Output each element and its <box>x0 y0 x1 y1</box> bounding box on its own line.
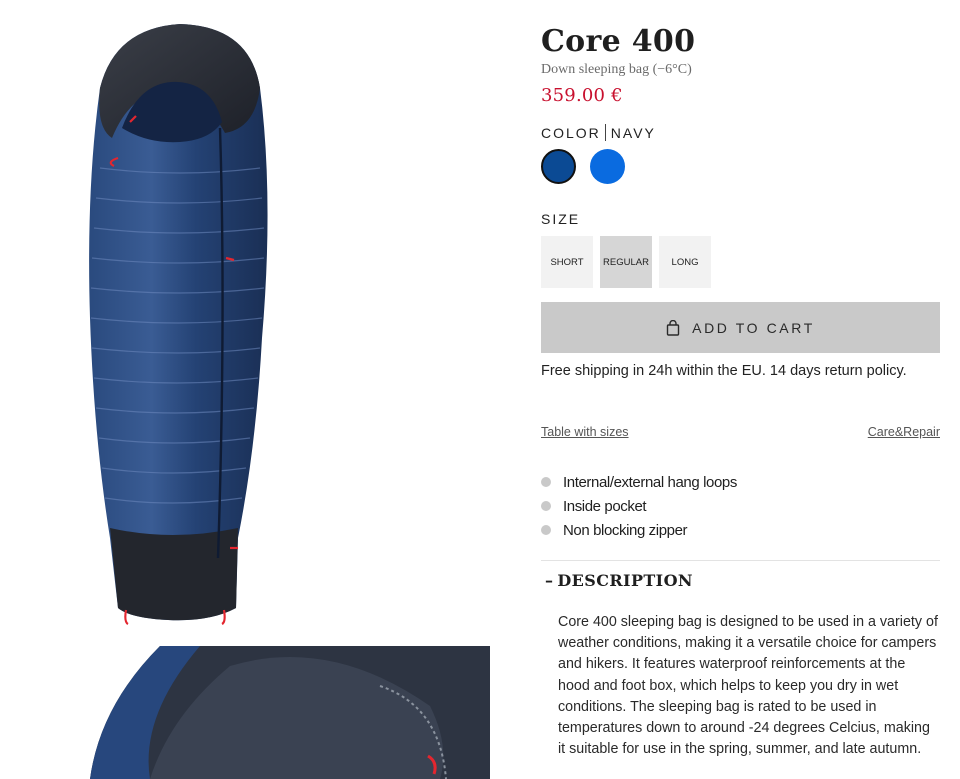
product-gallery <box>0 0 520 779</box>
color-label: COLOR NAVY <box>541 124 656 141</box>
swatch-blue[interactable] <box>590 149 625 184</box>
description-toggle[interactable]: – DESCRIPTION <box>545 571 693 590</box>
size-options: SHORT REGULAR LONG <box>541 236 711 288</box>
color-separator <box>604 124 606 141</box>
size-regular-button[interactable]: REGULAR <box>600 236 652 288</box>
section-divider <box>541 560 940 561</box>
list-item: Non blocking zipper <box>541 518 737 542</box>
hood-detail-photo[interactable] <box>0 646 490 779</box>
list-item: Inside pocket <box>541 494 737 518</box>
shipping-note: Free shipping in 24h within the EU. 14 d… <box>541 363 907 379</box>
product-subtitle: Down sleeping bag (−6°C) <box>541 62 692 77</box>
feature-text: Inside pocket <box>563 497 647 515</box>
size-short-button[interactable]: SHORT <box>541 236 593 288</box>
list-item: Internal/external hang loops <box>541 470 737 494</box>
size-label: SIZE <box>541 211 581 227</box>
sleeping-bag-photo[interactable] <box>60 18 290 630</box>
care-repair-link[interactable]: Care&Repair <box>868 425 940 439</box>
feature-text: Non blocking zipper <box>563 521 688 539</box>
product-info: Core 400 Down sleeping bag (−6°C) 359.00… <box>541 0 940 779</box>
color-heading: COLOR <box>541 124 601 141</box>
bullet-dot <box>541 501 551 511</box>
add-to-cart-button[interactable]: ADD TO CART <box>541 302 940 353</box>
collapse-icon: – <box>545 571 554 590</box>
add-to-cart-label: ADD TO CART <box>692 319 815 336</box>
product-page: Core 400 Down sleeping bag (−6°C) 359.00… <box>0 0 960 779</box>
color-swatches <box>541 149 625 184</box>
swatch-navy[interactable] <box>541 149 576 184</box>
description-body: Core 400 sleeping bag is designed to be … <box>558 614 938 758</box>
feature-list: Internal/external hang loops Inside pock… <box>541 470 737 542</box>
size-table-link[interactable]: Table with sizes <box>541 425 629 439</box>
product-price: 359.00 € <box>541 85 623 106</box>
product-title: Core 400 <box>541 24 696 59</box>
size-long-button[interactable]: LONG <box>659 236 711 288</box>
bullet-dot <box>541 477 551 487</box>
description-heading: DESCRIPTION <box>557 571 693 590</box>
selected-color-name: NAVY <box>610 124 656 141</box>
shopping-bag-icon <box>666 319 680 336</box>
bullet-dot <box>541 525 551 535</box>
feature-text: Internal/external hang loops <box>563 473 737 491</box>
